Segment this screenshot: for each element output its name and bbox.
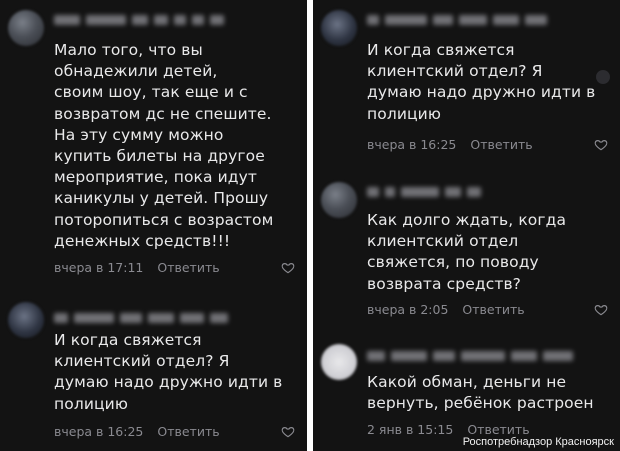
heart-icon[interactable]	[281, 425, 295, 439]
username-blurred	[367, 14, 547, 26]
comment: И когда свяжется клиентский отдел? Я дум…	[0, 292, 307, 451]
comment-time: вчера в 16:25	[367, 137, 457, 152]
comment-text: И когда свяжется клиентский отдел? Я дум…	[367, 41, 596, 123]
username-blurred	[367, 350, 573, 362]
comment: Как долго ждать, когда клиентский отдел …	[313, 172, 620, 332]
comment: Какой обман, деньги не вернуть, ребёнок …	[313, 336, 620, 451]
comment: Мало того, что вы обнадежили детей, свои…	[0, 0, 307, 290]
reply-button[interactable]: Ответить	[157, 260, 219, 275]
username-blurred	[367, 186, 481, 198]
reply-button[interactable]: Ответить	[467, 422, 529, 437]
comment: И когда свяжется клиентский отдел? Я дум…	[313, 0, 620, 165]
avatar[interactable]	[321, 344, 357, 380]
comment-meta: вчера в 2:05 Ответить	[367, 302, 525, 317]
comment-text: Как долго ждать, когда клиентский отдел …	[367, 211, 567, 293]
heart-icon[interactable]	[594, 303, 608, 317]
username-blurred	[54, 312, 228, 324]
status-dot	[596, 70, 610, 84]
avatar[interactable]	[8, 10, 44, 46]
reply-button[interactable]: Ответить	[462, 302, 524, 317]
comment-meta: вчера в 16:25 Ответить	[54, 424, 220, 439]
comment-text: Какой обман, деньги не вернуть, ребёнок …	[367, 373, 594, 413]
avatar[interactable]	[8, 302, 44, 338]
comment-text: И когда свяжется клиентский отдел? Я дум…	[54, 331, 283, 413]
right-comments-panel: И когда свяжется клиентский отдел? Я дум…	[313, 0, 620, 451]
avatar[interactable]	[321, 182, 357, 218]
heart-icon[interactable]	[594, 138, 608, 152]
comment-meta: вчера в 17:11 Ответить	[54, 260, 220, 275]
heart-icon[interactable]	[281, 261, 295, 275]
comment-meta: вчера в 16:25 Ответить	[367, 137, 533, 152]
comment-time: 2 янв в 15:15	[367, 422, 454, 437]
watermark: Роспотребнадзор Красноярск	[462, 436, 614, 448]
comment-time: вчера в 17:11	[54, 260, 144, 275]
comment-time: вчера в 2:05	[367, 302, 449, 317]
reply-button[interactable]: Ответить	[157, 424, 219, 439]
comment-text: Мало того, что вы обнадежили детей, свои…	[54, 41, 274, 250]
comment-meta: 2 янв в 15:15 Ответить	[367, 422, 530, 437]
username-blurred	[54, 14, 224, 26]
comment-time: вчера в 16:25	[54, 424, 144, 439]
reply-button[interactable]: Ответить	[470, 137, 532, 152]
left-comments-panel: Мало того, что вы обнадежили детей, свои…	[0, 0, 307, 451]
avatar[interactable]	[321, 10, 357, 46]
